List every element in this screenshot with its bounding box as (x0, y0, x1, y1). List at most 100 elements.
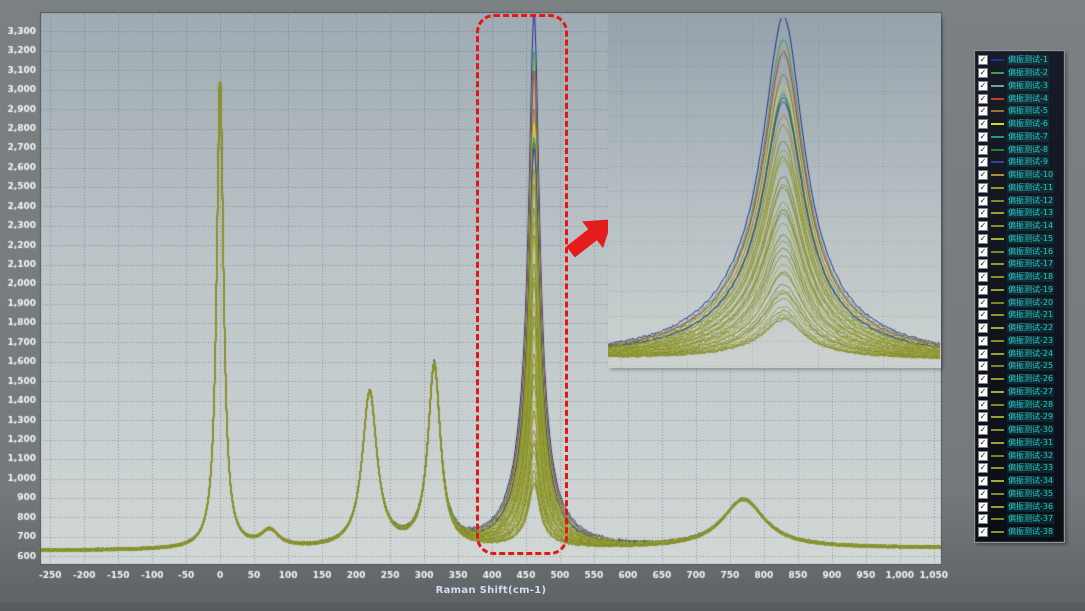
legend-checkbox[interactable]: ✓ (978, 196, 988, 206)
legend-checkbox[interactable]: ✓ (978, 451, 988, 461)
legend-item-label: 偏振测试-12 (1007, 196, 1054, 206)
legend-checkbox[interactable]: ✓ (978, 489, 988, 499)
legend-checkbox[interactable]: ✓ (978, 94, 988, 104)
legend-checkbox[interactable]: ✓ (978, 310, 988, 320)
legend-item[interactable]: ✓ 偏振测试-21 (975, 309, 1064, 322)
legend-checkbox[interactable]: ✓ (978, 157, 988, 167)
legend-item-label: 偏振测试-7 (1007, 132, 1049, 142)
legend-item[interactable]: ✓偏振测试-20 (975, 296, 1064, 309)
legend-checkbox[interactable]: ✓ (978, 68, 988, 78)
legend-checkbox[interactable]: ✓ (978, 463, 988, 473)
legend-item[interactable]: ✓偏振测试-3 (975, 80, 1064, 93)
legend-item[interactable]: ✓ 偏振测试-37 (975, 513, 1064, 526)
legend-item-label: 偏振测试-24 (1007, 349, 1054, 359)
legend-item[interactable]: ✓偏振测试-14 (975, 220, 1064, 233)
legend-item[interactable]: ✓ 偏振测试-26 (975, 373, 1064, 386)
legend-color-swatch (991, 149, 1004, 151)
legend-item-label: 偏振测试-19 (1007, 285, 1054, 295)
legend-item[interactable]: ✓偏振测试-30 (975, 424, 1064, 437)
legend-checkbox[interactable]: ✓ (978, 247, 988, 257)
legend-checkbox[interactable]: ✓ (978, 208, 988, 218)
legend-item-label: 偏振测试-4 (1007, 94, 1049, 104)
legend-checkbox[interactable]: ✓ (978, 425, 988, 435)
legend-checkbox[interactable]: ✓ (978, 285, 988, 295)
legend-checkbox[interactable]: ✓ (978, 323, 988, 333)
legend-item[interactable]: ✓偏振测试-29 (975, 411, 1064, 424)
legend-item-label: 偏振测试-38 (1007, 527, 1054, 537)
legend-color-swatch (991, 416, 1004, 418)
legend-color-swatch (991, 480, 1004, 482)
legend-item-label: 偏振测试-10 (1007, 170, 1054, 180)
legend-checkbox[interactable]: ✓ (978, 361, 988, 371)
legend-item-label: 偏振测试-28 (1007, 400, 1054, 410)
legend-item[interactable]: ✓ 偏振测试-12 (975, 194, 1064, 207)
legend-item[interactable]: ✓偏振测试-34 (975, 475, 1064, 488)
legend-color-swatch (991, 187, 1004, 189)
legend-item[interactable]: ✓ 偏振测试-19 (975, 284, 1064, 297)
legend-checkbox[interactable]: ✓ (978, 119, 988, 129)
legend-checkbox[interactable]: ✓ (978, 514, 988, 524)
legend-item[interactable]: ✓ 偏振测试-4 (975, 92, 1064, 105)
legend-item[interactable]: ✓偏振测试-31 (975, 437, 1064, 450)
legend-item[interactable]: ✓偏振测试-1 (975, 54, 1064, 67)
legend-checkbox[interactable]: ✓ (978, 272, 988, 282)
legend-color-swatch (991, 531, 1004, 533)
legend-checkbox[interactable]: ✓ (978, 349, 988, 359)
legend-checkbox[interactable]: ✓ (978, 183, 988, 193)
legend-item[interactable]: ✓ 偏振测试-6 (975, 118, 1064, 131)
legend-checkbox[interactable]: ✓ (978, 387, 988, 397)
legend-checkbox[interactable]: ✓ (978, 106, 988, 116)
legend-item[interactable]: ✓ 偏振测试-10 (975, 169, 1064, 182)
legend-item[interactable]: ✓偏振测试-5 (975, 105, 1064, 118)
legend-item[interactable]: ✓ 偏振测试-7 (975, 131, 1064, 144)
legend-checkbox[interactable]: ✓ (978, 170, 988, 180)
legend-item[interactable]: ✓偏振测试-27 (975, 386, 1064, 399)
legend-item[interactable]: ✓ 偏振测试-9 (975, 156, 1064, 169)
legend-item[interactable]: ✓ 偏振测试-38 (975, 526, 1064, 539)
legend-item-label: 偏振测试-21 (1007, 310, 1054, 320)
legend-item-label: 偏振测试-25 (1007, 361, 1054, 371)
legend-item[interactable]: ✓ 偏振测试-18 (975, 271, 1064, 284)
legend-checkbox[interactable]: ✓ (978, 438, 988, 448)
legend-item-label: 偏振测试-6 (1007, 119, 1049, 129)
legend-checkbox[interactable]: ✓ (978, 336, 988, 346)
legend-checkbox[interactable]: ✓ (978, 145, 988, 155)
legend-checkbox[interactable]: ✓ (978, 298, 988, 308)
legend-checkbox[interactable]: ✓ (978, 412, 988, 422)
legend-checkbox[interactable]: ✓ (978, 234, 988, 244)
legend-checkbox[interactable]: ✓ (978, 81, 988, 91)
legend-item-label: 偏振测试-26 (1007, 374, 1054, 384)
legend-item[interactable]: ✓偏振测试-15 (975, 233, 1064, 246)
legend-item[interactable]: ✓偏振测试-8 (975, 143, 1064, 156)
legend-item[interactable]: ✓偏振测试-13 (975, 207, 1064, 220)
app-window: Raman Shift(cm-1) ✓偏振测试-1✓偏振测试-2✓偏振测试-3✓… (0, 0, 1085, 611)
inset-zoom-chart (608, 16, 941, 368)
legend-color-swatch (991, 251, 1004, 253)
legend-checkbox[interactable]: ✓ (978, 527, 988, 537)
legend-item[interactable]: ✓偏振测试-23 (975, 335, 1064, 348)
legend-item[interactable]: ✓ 偏振测试-25 (975, 360, 1064, 373)
legend-item[interactable]: ✓偏振测试-36 (975, 500, 1064, 513)
legend-checkbox[interactable]: ✓ (978, 502, 988, 512)
legend-item[interactable]: ✓偏振测试-17 (975, 258, 1064, 271)
legend-checkbox[interactable]: ✓ (978, 55, 988, 65)
legend-item[interactable]: ✓偏振测试-2 (975, 67, 1064, 80)
legend-item-label: 偏振测试-9 (1007, 157, 1049, 167)
legend-checkbox[interactable]: ✓ (978, 476, 988, 486)
legend-item[interactable]: ✓ 偏振测试-28 (975, 398, 1064, 411)
legend-item[interactable]: ✓偏振测试-32 (975, 449, 1064, 462)
legend-checkbox[interactable]: ✓ (978, 259, 988, 269)
legend-item-label: 偏振测试-18 (1007, 272, 1054, 282)
legend-item[interactable]: ✓偏振测试-16 (975, 245, 1064, 258)
legend-item[interactable]: ✓偏振测试-33 (975, 462, 1064, 475)
legend-item[interactable]: ✓ 偏振测试-24 (975, 347, 1064, 360)
legend-checkbox[interactable]: ✓ (978, 400, 988, 410)
legend-checkbox[interactable]: ✓ (978, 132, 988, 142)
legend-item[interactable]: ✓偏振测试-35 (975, 488, 1064, 501)
legend-checkbox[interactable]: ✓ (978, 374, 988, 384)
legend-item[interactable]: ✓偏振测试-22 (975, 322, 1064, 335)
legend-item-label: 偏振测试-37 (1007, 514, 1054, 524)
legend-item[interactable]: ✓偏振测试-11 (975, 182, 1064, 195)
legend-color-swatch (991, 455, 1004, 457)
legend-checkbox[interactable]: ✓ (978, 221, 988, 231)
